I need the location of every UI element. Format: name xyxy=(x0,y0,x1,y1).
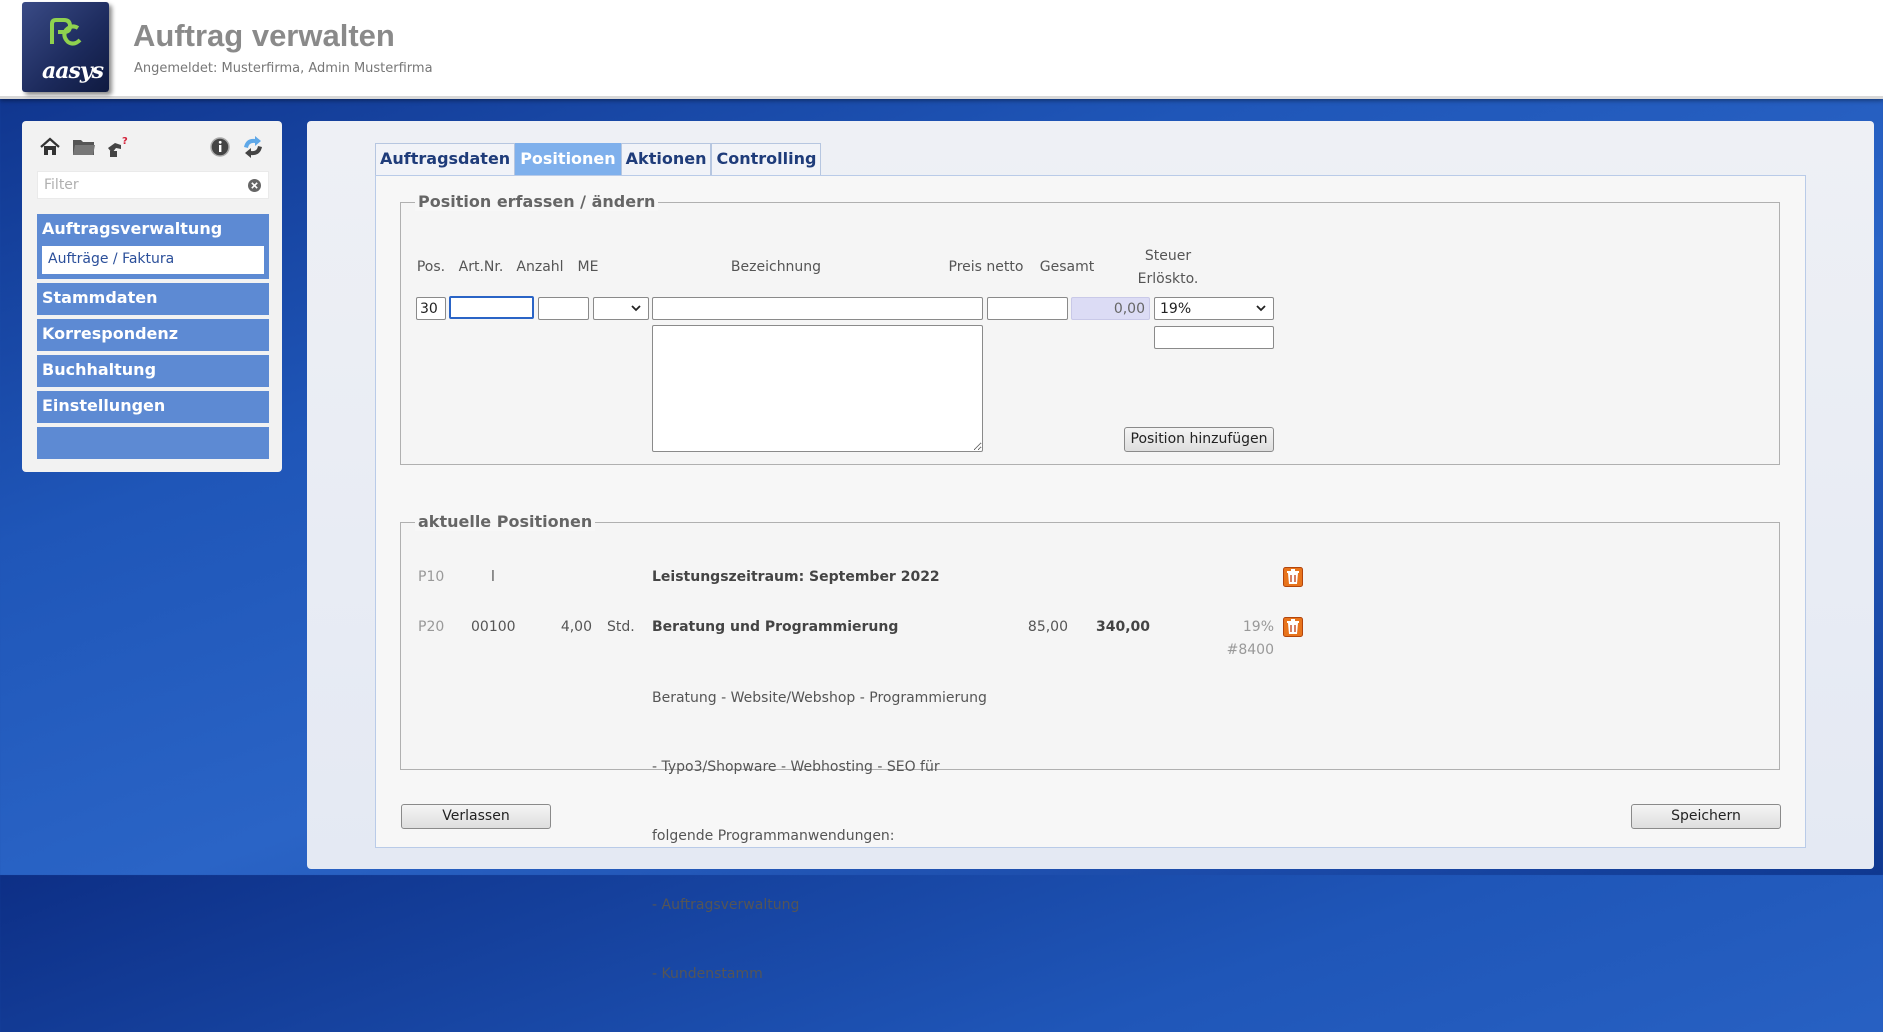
leave-button[interactable]: Verlassen xyxy=(401,804,551,829)
delete-position-icon[interactable] xyxy=(1283,567,1303,587)
svg-text:?: ? xyxy=(122,136,128,147)
row-pos: P20 xyxy=(418,619,445,635)
beschreibung-textarea[interactable] xyxy=(652,325,983,452)
nav-subitem-auftraege-faktura[interactable]: Aufträge / Faktura xyxy=(42,246,264,274)
row-me: Std. xyxy=(607,619,635,635)
hand-help-icon[interactable]: ? xyxy=(104,133,132,161)
nav-group-stammdaten: Stammdaten xyxy=(37,283,269,315)
erloeskonto-input[interactable] xyxy=(1154,326,1274,349)
sidebar-toolbar: ? xyxy=(36,133,272,161)
row-description-line: - Auftragsverwaltung xyxy=(652,897,800,913)
col-header-steuer: Steuer xyxy=(1144,248,1192,264)
tab-controlling[interactable]: Controlling xyxy=(711,143,822,175)
clear-filter-icon[interactable] xyxy=(247,178,262,193)
row-description-line: folgende Programmanwendungen: xyxy=(652,828,895,844)
save-button[interactable]: Speichern xyxy=(1631,804,1781,829)
tab-aktionen[interactable]: Aktionen xyxy=(620,143,712,175)
nav-empty-slot xyxy=(37,427,269,459)
filter-box xyxy=(37,171,269,199)
info-icon[interactable] xyxy=(206,133,234,161)
row-preis: 85,00 xyxy=(1027,619,1068,635)
current-positions-legend: aktuelle Positionen xyxy=(415,512,596,531)
sidebar: ? Auftragsverwaltung Aufträge / Faktura … xyxy=(22,121,282,472)
delete-position-icon[interactable] xyxy=(1283,617,1303,637)
col-header-artnr: Art.Nr. xyxy=(458,259,504,275)
current-positions-fieldset: aktuelle Positionen P10 l Leistungszeitr… xyxy=(400,512,1780,982)
row-description-line: Beratung - Website/Webshop - Programmier… xyxy=(652,690,987,706)
steuer-select-value: 19% xyxy=(1160,300,1192,317)
col-header-gesamt: Gesamt xyxy=(1039,259,1095,275)
nav-group-korrespondenz: Korrespondenz xyxy=(37,319,269,351)
nav-item-korrespondenz[interactable]: Korrespondenz xyxy=(37,319,269,351)
tab-content: Position erfassen / ändern Pos. Art.Nr. … xyxy=(375,175,1806,982)
row-pos: P10 xyxy=(418,569,445,585)
gesamt-field xyxy=(1071,297,1150,320)
tab-auftragsdaten[interactable]: Auftragsdaten xyxy=(375,143,516,175)
bezeichnung-input[interactable] xyxy=(652,297,983,320)
col-header-pos: Pos. xyxy=(416,259,446,275)
row-steuer: 19% xyxy=(1242,619,1274,635)
row-description: Beratung - Website/Webshop - Programmier… xyxy=(652,641,987,1032)
tab-positionen[interactable]: Positionen xyxy=(515,143,621,175)
folder-icon[interactable] xyxy=(70,133,98,161)
steuer-select[interactable]: 19% xyxy=(1154,297,1274,320)
main-panel: Auftragsdaten Positionen Aktionen Contro… xyxy=(307,121,1874,982)
col-header-preis: Preis netto xyxy=(948,259,1024,275)
nav-item-stammdaten[interactable]: Stammdaten xyxy=(37,283,269,315)
login-info: Angemeldet: Musterfirma, Admin Musterfir… xyxy=(134,61,433,76)
row-anzahl: 4,00 xyxy=(560,619,592,635)
row-gesamt: 340,00 xyxy=(1095,619,1150,635)
col-header-bezeichnung: Bezeichnung xyxy=(730,259,822,275)
chevron-down-icon xyxy=(631,305,641,312)
logo-text: aasys xyxy=(42,58,104,84)
pos-input[interactable] xyxy=(416,297,446,320)
app-logo[interactable]: aasys xyxy=(22,2,109,92)
app-header: aasys Auftrag verwalten Angemeldet: Must… xyxy=(0,0,1883,99)
nav-group-einstellungen: Einstellungen xyxy=(37,391,269,423)
nav-item-einstellungen[interactable]: Einstellungen xyxy=(37,391,269,423)
sidebar-nav: Auftragsverwaltung Aufträge / Faktura St… xyxy=(37,214,269,459)
me-select[interactable] xyxy=(593,297,649,320)
row-artnr: 00100 xyxy=(471,619,516,635)
col-header-erloeskonto: Erlöskto. xyxy=(1137,271,1199,287)
row-konto: #8400 xyxy=(1226,642,1274,658)
col-header-anzahl: Anzahl xyxy=(516,259,564,275)
filter-input[interactable] xyxy=(38,172,238,198)
position-entry-fieldset: Position erfassen / ändern Pos. Art.Nr. … xyxy=(400,192,1780,465)
logo-mark-icon xyxy=(50,18,82,46)
row-title: Beratung und Programmierung xyxy=(652,619,899,635)
position-entry-legend: Position erfassen / ändern xyxy=(415,192,659,211)
chevron-down-icon xyxy=(1256,305,1266,312)
nav-item-auftragsverwaltung[interactable]: Auftragsverwaltung xyxy=(37,214,269,246)
nav-group-buchhaltung: Buchhaltung xyxy=(37,355,269,387)
col-header-me: ME xyxy=(577,259,599,275)
nav-group-auftragsverwaltung: Auftragsverwaltung Aufträge / Faktura xyxy=(37,214,269,279)
refresh-icon[interactable] xyxy=(239,133,267,161)
page-title: Auftrag verwalten xyxy=(133,18,395,53)
preis-netto-input[interactable] xyxy=(987,297,1068,320)
row-description-line: - Typo3/Shopware - Webhosting - SEO für xyxy=(652,759,940,775)
anzahl-input[interactable] xyxy=(538,297,589,320)
row-description-line: - Kundenstamm xyxy=(652,966,763,982)
row-title: Leistungszeitraum: September 2022 xyxy=(652,569,940,585)
tab-bar: Auftragsdaten Positionen Aktionen Contro… xyxy=(375,143,822,175)
row-artnr: l xyxy=(491,569,495,585)
artnr-input[interactable] xyxy=(449,296,534,319)
home-icon[interactable] xyxy=(36,133,64,161)
nav-item-buchhaltung[interactable]: Buchhaltung xyxy=(37,355,269,387)
add-position-button[interactable]: Position hinzufügen xyxy=(1124,427,1274,452)
